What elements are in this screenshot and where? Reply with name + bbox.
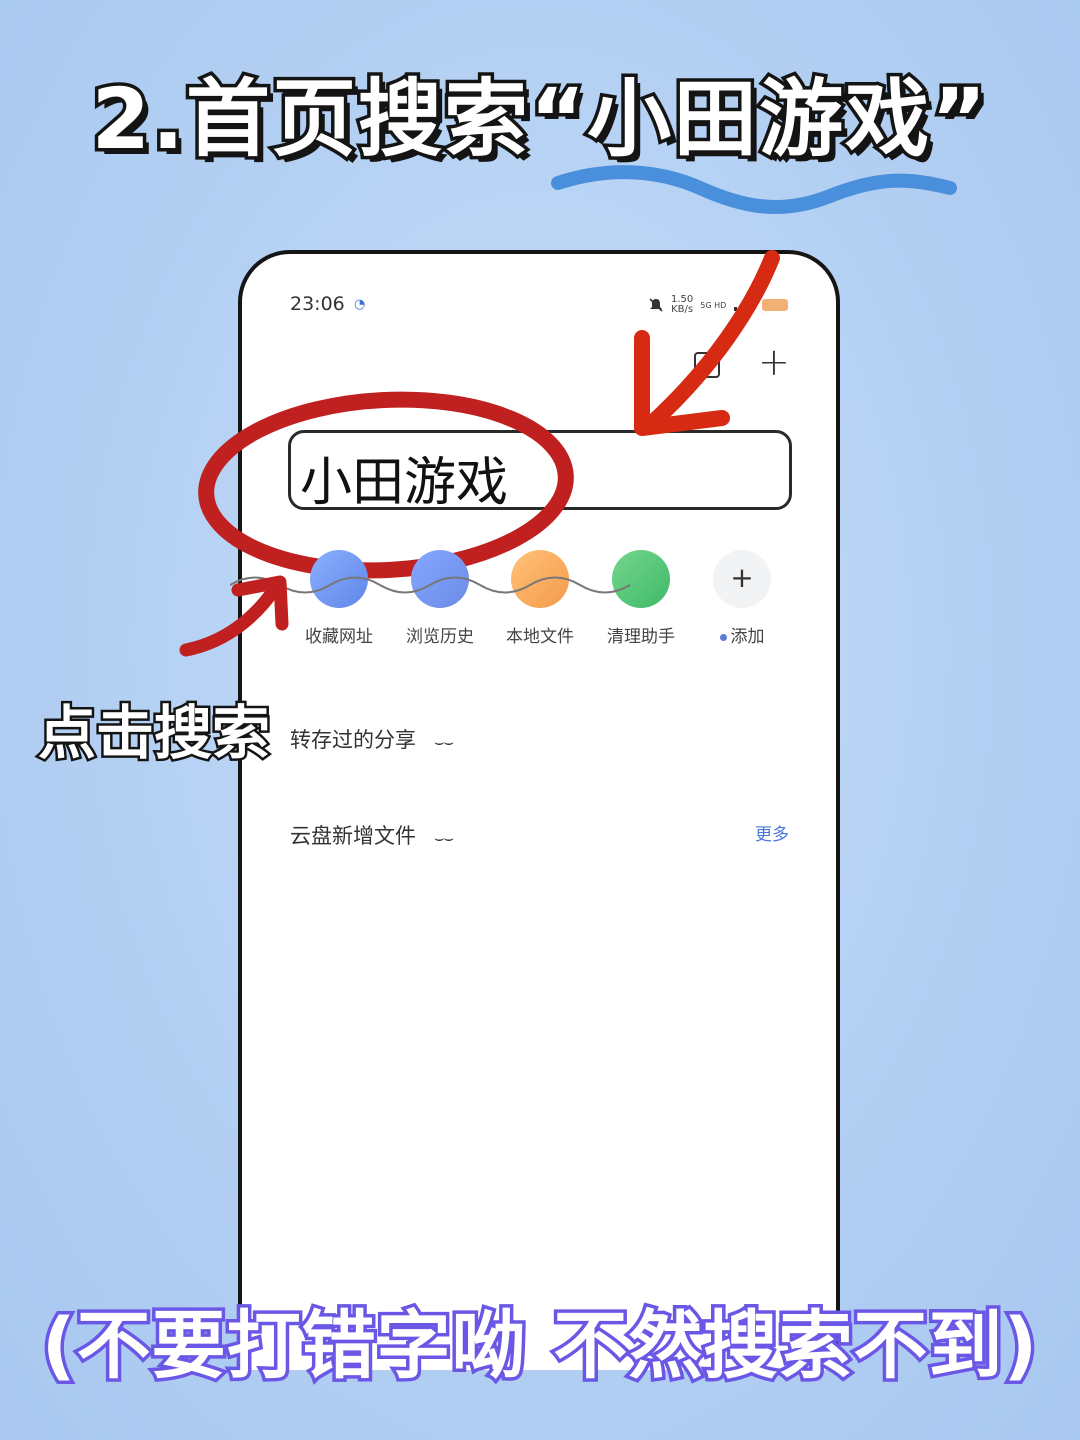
shortcut-label: 清理助手 bbox=[607, 627, 675, 647]
section-title: 转存过的分享 bbox=[290, 728, 416, 752]
new-dot-icon bbox=[719, 633, 727, 641]
section-title: 云盘新增文件 bbox=[290, 824, 416, 848]
shortcut-label: 本地文件 bbox=[506, 627, 574, 647]
red-curved-arrow-annotation bbox=[179, 575, 289, 657]
red-arrow-annotation bbox=[634, 250, 780, 436]
status-time: 23:06 bbox=[290, 293, 345, 315]
eye-closed-icon[interactable]: ⌣⌣ bbox=[434, 732, 454, 751]
warning-caption: (不要打错字呦 不然搜索不到) bbox=[38, 1300, 1040, 1393]
add-icon: + bbox=[713, 550, 771, 608]
blue-squiggle-decoration bbox=[551, 165, 957, 214]
new-files-section[interactable]: 云盘新增文件 ⌣⌣ bbox=[290, 820, 454, 850]
shortcut-label: 添加 bbox=[692, 622, 792, 647]
shortcut-label: 收藏网址 bbox=[305, 627, 373, 647]
click-search-label: 点击搜索 bbox=[35, 697, 272, 770]
saved-shares-section[interactable]: 转存过的分享 ⌣⌣ bbox=[290, 724, 454, 754]
shortcut-add-label: 添加 bbox=[730, 627, 765, 647]
sync-icon: ◔ bbox=[354, 297, 366, 312]
headline: 2.首页搜索“小田游戏” bbox=[88, 67, 990, 172]
eye-closed-icon[interactable]: ⌣⌣ bbox=[434, 828, 454, 847]
shortcut-label: 浏览历史 bbox=[406, 627, 474, 647]
more-link[interactable]: 更多 bbox=[755, 820, 789, 845]
shortcut-add[interactable]: + 添加 bbox=[692, 550, 792, 647]
